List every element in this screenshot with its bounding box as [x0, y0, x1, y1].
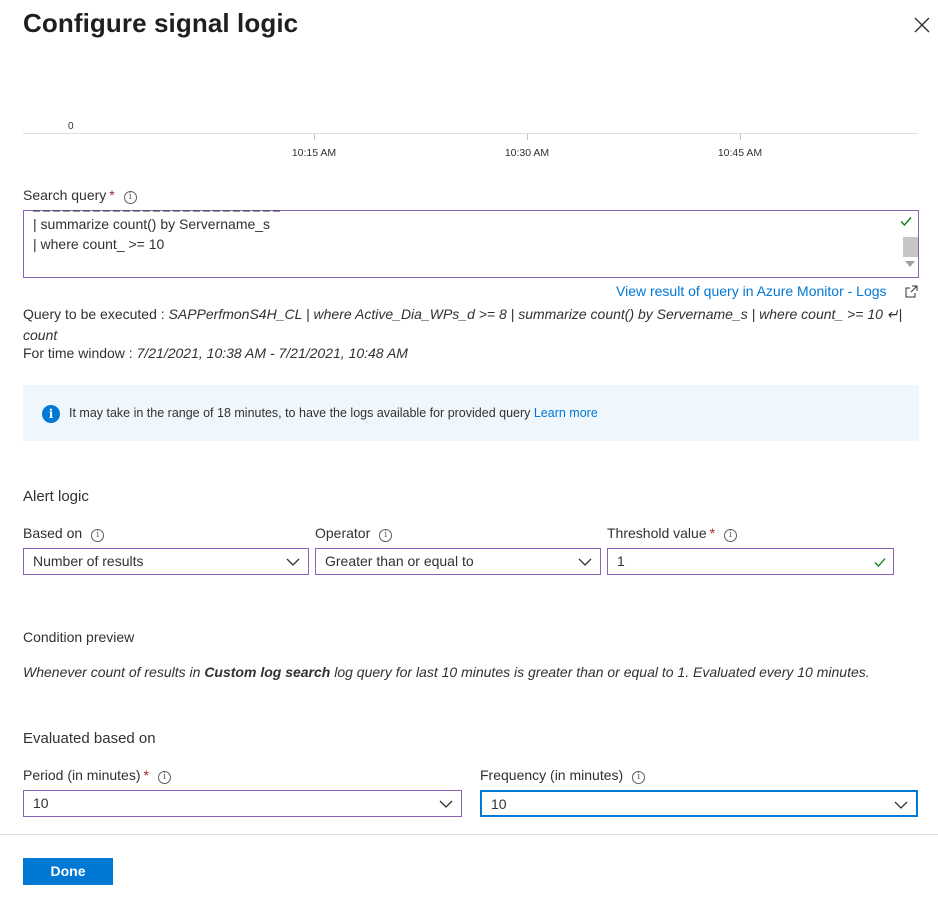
valid-check-icon [900, 217, 912, 227]
frequency-label-text: Frequency (in minutes) [480, 767, 624, 783]
chart-tick [314, 134, 315, 140]
query-to-be-executed: Query to be executed : SAPPerfmonS4H_CL … [23, 304, 918, 346]
threshold-input[interactable]: 1 [607, 548, 894, 575]
info-banner: i It may take in the range of 18 minutes… [23, 385, 919, 441]
required-marker: * [143, 767, 149, 783]
external-link-icon[interactable] [905, 285, 918, 298]
required-marker: * [709, 525, 716, 541]
chevron-down-icon [286, 558, 300, 566]
period-value: 10 [33, 795, 49, 811]
footer-divider [0, 834, 938, 835]
search-query-input[interactable]: | summarize count() by Servername_s | wh… [23, 210, 919, 278]
info-icon[interactable]: i [632, 771, 646, 784]
chevron-down-icon [439, 800, 453, 808]
scrollbar-thumb[interactable] [903, 237, 918, 257]
done-button[interactable]: Done [23, 858, 113, 885]
info-icon[interactable]: i [157, 771, 171, 784]
chart-tick-label: 10:30 AM [504, 147, 550, 159]
required-marker: * [109, 187, 115, 203]
operator-dropdown[interactable]: Greater than or equal to [315, 548, 601, 575]
banner-message: It may take in the range of 18 minutes, … [69, 406, 534, 420]
chart-tick [527, 134, 528, 140]
query-line: | summarize count() by Servername_s [33, 216, 271, 232]
info-filled-icon: i [42, 405, 60, 423]
chart-tick-label: 10:45 AM [717, 147, 763, 159]
condition-text-before: Whenever count of results in [23, 664, 205, 680]
panel-title: Configure signal logic [23, 8, 299, 38]
condition-text-bold: Custom log search [204, 664, 331, 680]
valid-check-icon [874, 558, 886, 567]
threshold-label-text: Threshold value [607, 525, 707, 541]
based-on-value: Number of results [33, 553, 144, 569]
time-window: For time window : 7/21/2021, 10:38 AM - … [23, 345, 408, 361]
chevron-down-icon [894, 801, 908, 809]
condition-preview-title: Condition preview [23, 629, 135, 645]
period-label-text: Period (in minutes) [23, 767, 141, 783]
chart-y-zero-label: 0 [68, 121, 74, 132]
condition-preview-text: Whenever count of results in Custom log … [23, 664, 870, 680]
query-line: | where count_ >= 10 [33, 236, 165, 252]
chevron-down-icon [578, 558, 592, 566]
period-dropdown[interactable]: 10 [23, 790, 462, 817]
operator-label-text: Operator [315, 525, 371, 541]
operator-value: Greater than or equal to [325, 553, 474, 569]
info-icon[interactable]: i [91, 529, 105, 542]
search-query-label-text: Search query [23, 187, 107, 203]
evaluated-based-on-title: Evaluated based on [23, 730, 156, 747]
close-icon[interactable] [911, 14, 933, 36]
chart-tick [740, 134, 741, 140]
operator-label: Operator i [315, 525, 393, 542]
period-label: Period (in minutes) * i [23, 767, 171, 784]
based-on-label: Based on i [23, 525, 105, 542]
time-window-prefix: For time window : [23, 345, 137, 361]
time-window-value: 7/21/2021, 10:38 AM - 7/21/2021, 10:48 A… [136, 345, 408, 361]
learn-more-link[interactable]: Learn more [534, 406, 598, 420]
query-scrollbar[interactable] [900, 231, 918, 277]
threshold-value: 1 [617, 553, 625, 569]
based-on-label-text: Based on [23, 525, 83, 541]
chart-x-axis [23, 133, 918, 134]
info-icon[interactable]: i [123, 191, 137, 204]
based-on-dropdown[interactable]: Number of results [23, 548, 309, 575]
threshold-label: Threshold value * i [607, 525, 738, 542]
info-icon[interactable]: i [379, 529, 393, 542]
alert-logic-title: Alert logic [23, 488, 89, 505]
scroll-down-arrow-icon[interactable] [905, 261, 915, 267]
frequency-dropdown[interactable]: 10 [480, 790, 918, 817]
info-icon[interactable]: i [724, 529, 738, 542]
query-scrolled-line-fragment [33, 209, 293, 213]
query-exec-prefix: Query to be executed : [23, 306, 169, 322]
frequency-value: 10 [491, 796, 507, 812]
chart-tick-label: 10:15 AM [291, 147, 337, 159]
search-query-label: Search query * i [23, 187, 137, 204]
info-banner-text: It may take in the range of 18 minutes, … [69, 406, 598, 420]
frequency-label: Frequency (in minutes) i [480, 767, 646, 784]
view-in-azure-monitor-link[interactable]: View result of query in Azure Monitor - … [616, 283, 887, 299]
condition-text-after: log query for last 10 minutes is greater… [330, 664, 870, 680]
